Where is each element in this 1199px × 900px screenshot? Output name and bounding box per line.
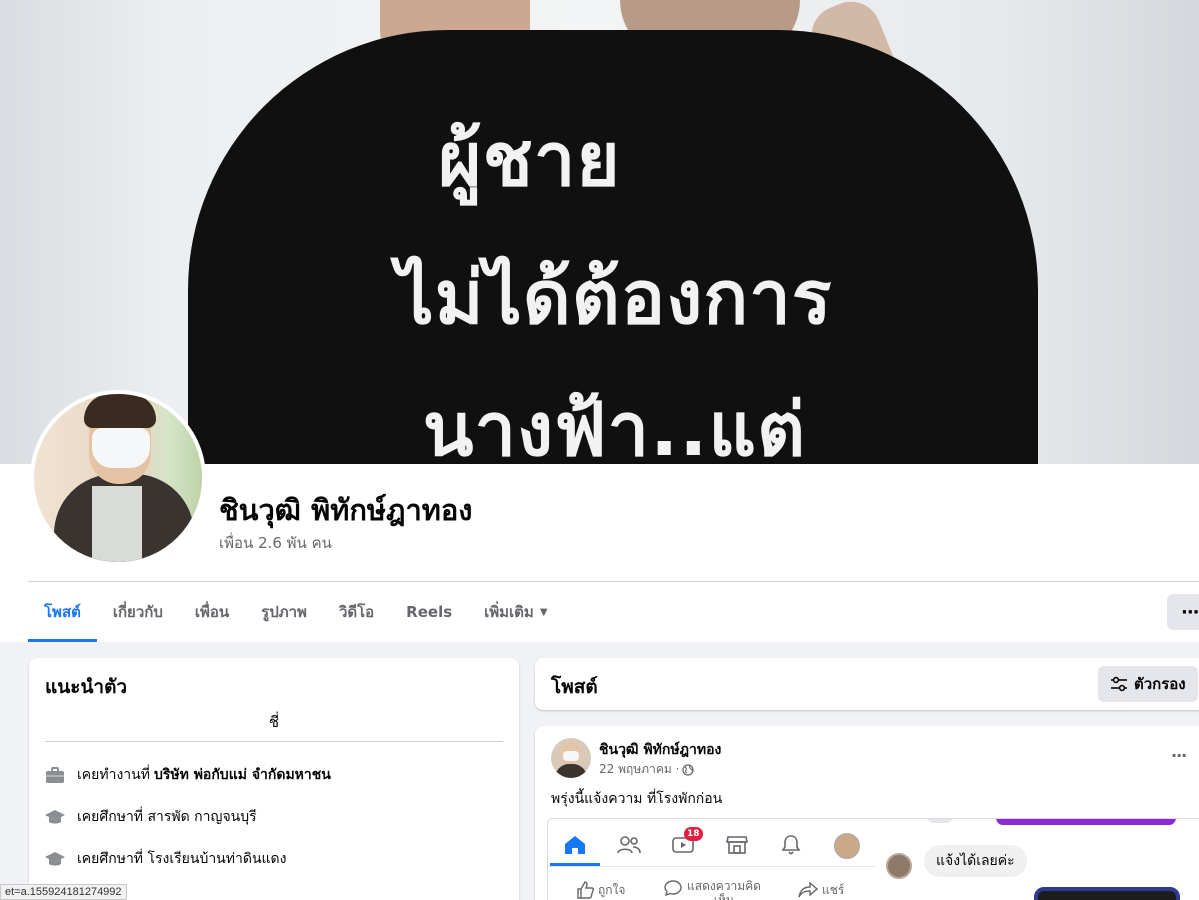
comment-action: แสดงความคิดเห็น [664, 879, 762, 900]
filter-button[interactable]: ตัวกรอง [1098, 666, 1198, 702]
briefcase-icon [45, 765, 65, 785]
intro-card: แนะนำตัว ชี่ เคยทำงานที่ บริษัท พ่อกับแม… [29, 658, 519, 900]
intro-item-education: เคยศึกษาที่ โรงเรียนบ้านท่าดินแดง [45, 848, 286, 870]
intro-item-prefix: เคยทำงานที่ [77, 767, 150, 783]
post-avatar-mask [563, 751, 579, 761]
intro-item-text[interactable]: เคยศึกษาที่ โรงเรียนบ้านท่าดินแดง [77, 848, 286, 870]
posts-title: โพสต์ [551, 676, 598, 698]
messenger-own-bubble [996, 819, 1176, 825]
friends-count-link[interactable]: เพื่อน 2.6 พัน คน [219, 531, 332, 555]
like-label: ถูกใจ [598, 883, 626, 897]
filter-label: ตัวกรอง [1134, 675, 1186, 693]
post-options-button[interactable]: ··· [1171, 746, 1187, 765]
avatar-mask [92, 428, 150, 468]
avatar-shirt [92, 486, 142, 562]
intro-item-text[interactable]: เคยศึกษาที่ สารพัด กาญจนบุรี [77, 806, 257, 828]
notification-badge: 18 [684, 827, 703, 841]
profile-name: ชินวุฒิ พิทักษ์ฎาทอง [219, 493, 473, 527]
tab-reels[interactable]: Reels [390, 582, 468, 642]
comment-icon [664, 879, 682, 900]
filter-sliders-icon [1110, 676, 1128, 692]
home-icon [562, 833, 588, 857]
caret-down-icon: ▼ [539, 606, 548, 618]
tab-videos[interactable]: วิดีโอ [323, 582, 390, 642]
screenshot-facebook-nav: 18 ถูกใจ แสดงความคิดเห็น แชร์ [548, 819, 876, 900]
messenger-pill [928, 819, 952, 823]
messenger-attachment [1034, 887, 1180, 900]
friends-icon [616, 833, 642, 857]
posts-header-card: โพสต์ ตัวกรอง [535, 658, 1199, 710]
post-meta: 22 พฤษภาคม · [599, 760, 695, 779]
graduation-cap-icon [45, 849, 65, 869]
like-action: ถูกใจ [576, 881, 625, 900]
post-author-name[interactable]: ชินวุฒิ พิทักษ์ฎาทอง [599, 739, 721, 761]
post-date[interactable]: 22 พฤษภาคม · [599, 760, 679, 779]
home-active-indicator [550, 863, 600, 866]
avatar [34, 394, 202, 562]
intro-bio: ชี่ [268, 713, 280, 731]
tab-about[interactable]: เกี่ยวกับ [97, 582, 179, 642]
intro-title: แนะนำตัว [45, 676, 128, 698]
comment-label: แสดงความคิดเห็น [687, 879, 761, 900]
post-card: ชินวุฒิ พิทักษ์ฎาทอง 22 พฤษภาคม · ··· พร… [535, 726, 1199, 900]
bell-icon [778, 833, 804, 857]
tab-posts[interactable]: โพสต์ [28, 582, 97, 642]
post-text: พรุ่งนี้แจ้งความ ที่โรงพักก่อน [551, 791, 723, 807]
employer-link[interactable]: บริษัท พ่อกับแม่ จำกัดมหาชน [154, 764, 331, 786]
avatar-hair [84, 394, 156, 428]
graduation-cap-icon [45, 807, 65, 827]
share-action: แชร์ [798, 881, 844, 900]
tab-photos[interactable]: รูปภาพ [245, 582, 323, 642]
browser-status-bar: et=a.155924181274992 [0, 884, 127, 900]
post-avatar-jacket [555, 764, 587, 778]
messenger-bubble: แจ้งได้เลยค่ะ [924, 845, 1027, 877]
messenger-contact-avatar [886, 853, 912, 879]
screenshot-nav-bar: 18 [548, 819, 876, 867]
screenshot-messenger: แจ้งได้เลยค่ะ [876, 819, 1199, 900]
cover-text-line-2: ไม่ได้ต้องการ [396, 255, 833, 341]
tab-more-label: เพิ่มเติม [484, 603, 534, 621]
menu-avatar [834, 833, 860, 859]
thumbs-up-icon [576, 881, 595, 900]
more-options-button[interactable]: ··· [1167, 594, 1199, 630]
intro-item-work: เคยทำงานที่ บริษัท พ่อกับแม่ จำกัดมหาชน [45, 764, 331, 786]
profile-tabs: โพสต์ เกี่ยวกับ เพื่อน รูปภาพ วิดีโอ Ree… [28, 582, 564, 642]
intro-item-education: เคยศึกษาที่ สารพัด กาญจนบุรี [45, 806, 257, 828]
marketplace-icon [724, 833, 750, 857]
tab-more[interactable]: เพิ่มเติม ▼ [468, 582, 563, 642]
intro-divider [45, 741, 503, 742]
tab-friends[interactable]: เพื่อน [179, 582, 245, 642]
post-image[interactable]: 18 ถูกใจ แสดงความคิดเห็น แชร์ แจ้งได้เลย… [547, 818, 1199, 900]
globe-icon [682, 763, 695, 776]
profile-avatar[interactable] [30, 390, 206, 566]
cover-text-line-1: ผู้ชาย [438, 117, 621, 203]
share-label: แชร์ [822, 883, 845, 897]
post-author-avatar[interactable] [551, 738, 591, 778]
share-icon [798, 881, 819, 900]
